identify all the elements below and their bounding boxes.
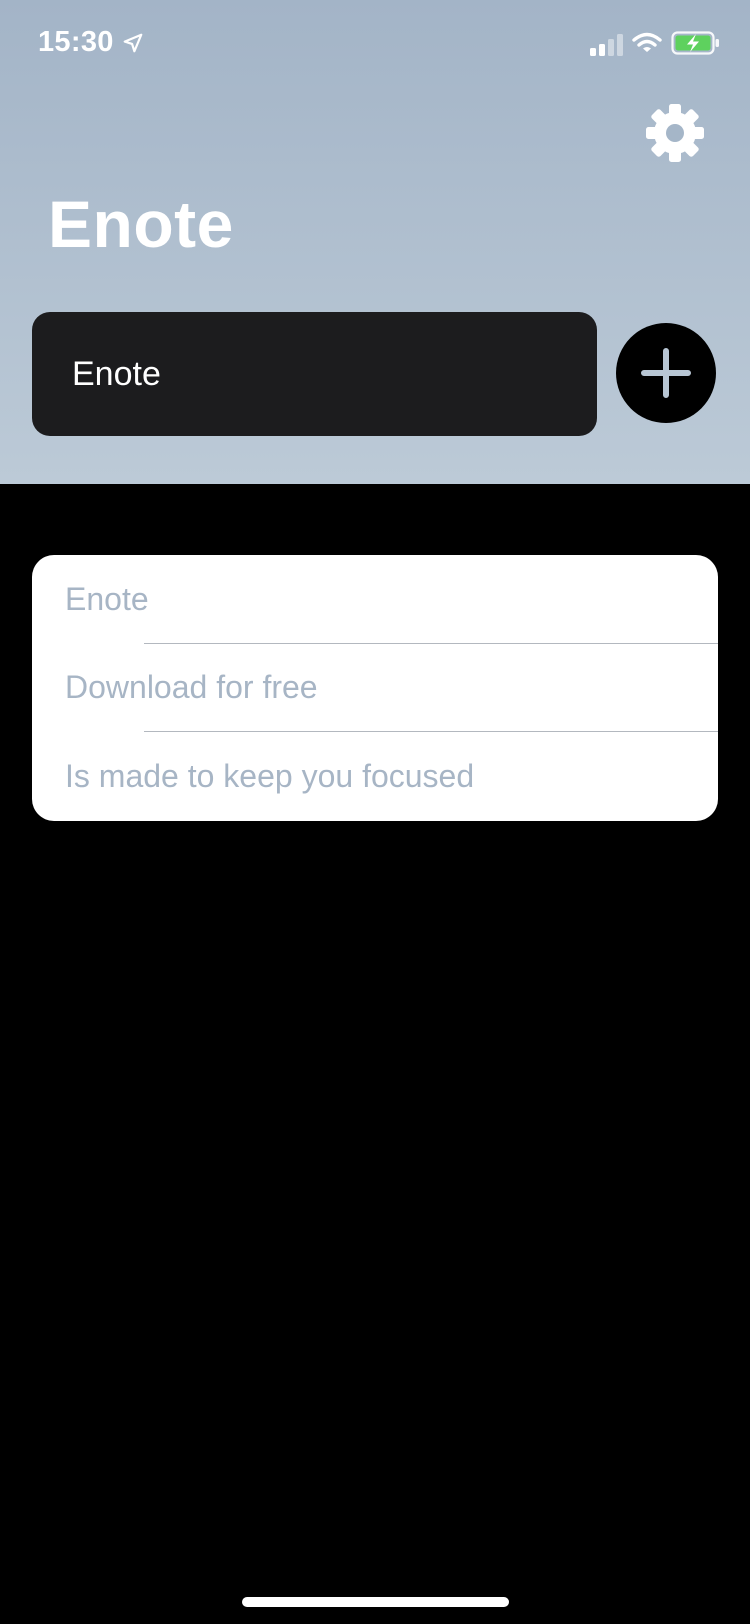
home-indicator	[242, 1597, 509, 1607]
list-item[interactable]: Enote	[32, 555, 718, 644]
wifi-icon	[632, 32, 662, 52]
list-item[interactable]: Is made to keep you focused	[32, 732, 718, 821]
settings-button[interactable]	[642, 100, 708, 166]
header: 15:30 Enote Enote	[0, 0, 750, 484]
status-time: 15:30	[38, 26, 114, 58]
list-item[interactable]: Download for free	[32, 644, 718, 733]
status-bar: 15:30	[0, 0, 750, 90]
note-text: Enote	[65, 580, 149, 617]
note-list: Enote Download for free Is made to keep …	[32, 555, 718, 821]
add-note-button[interactable]	[616, 323, 716, 423]
page-title: Enote	[48, 187, 234, 261]
plus-icon	[641, 348, 691, 398]
location-arrow-icon	[123, 33, 143, 53]
note-input[interactable]	[32, 312, 597, 436]
gear-icon	[646, 104, 704, 162]
note-text: Is made to keep you focused	[65, 757, 475, 794]
note-text: Download for free	[65, 669, 318, 706]
cellular-signal-icon	[590, 34, 623, 56]
battery-charging-icon	[671, 31, 719, 55]
